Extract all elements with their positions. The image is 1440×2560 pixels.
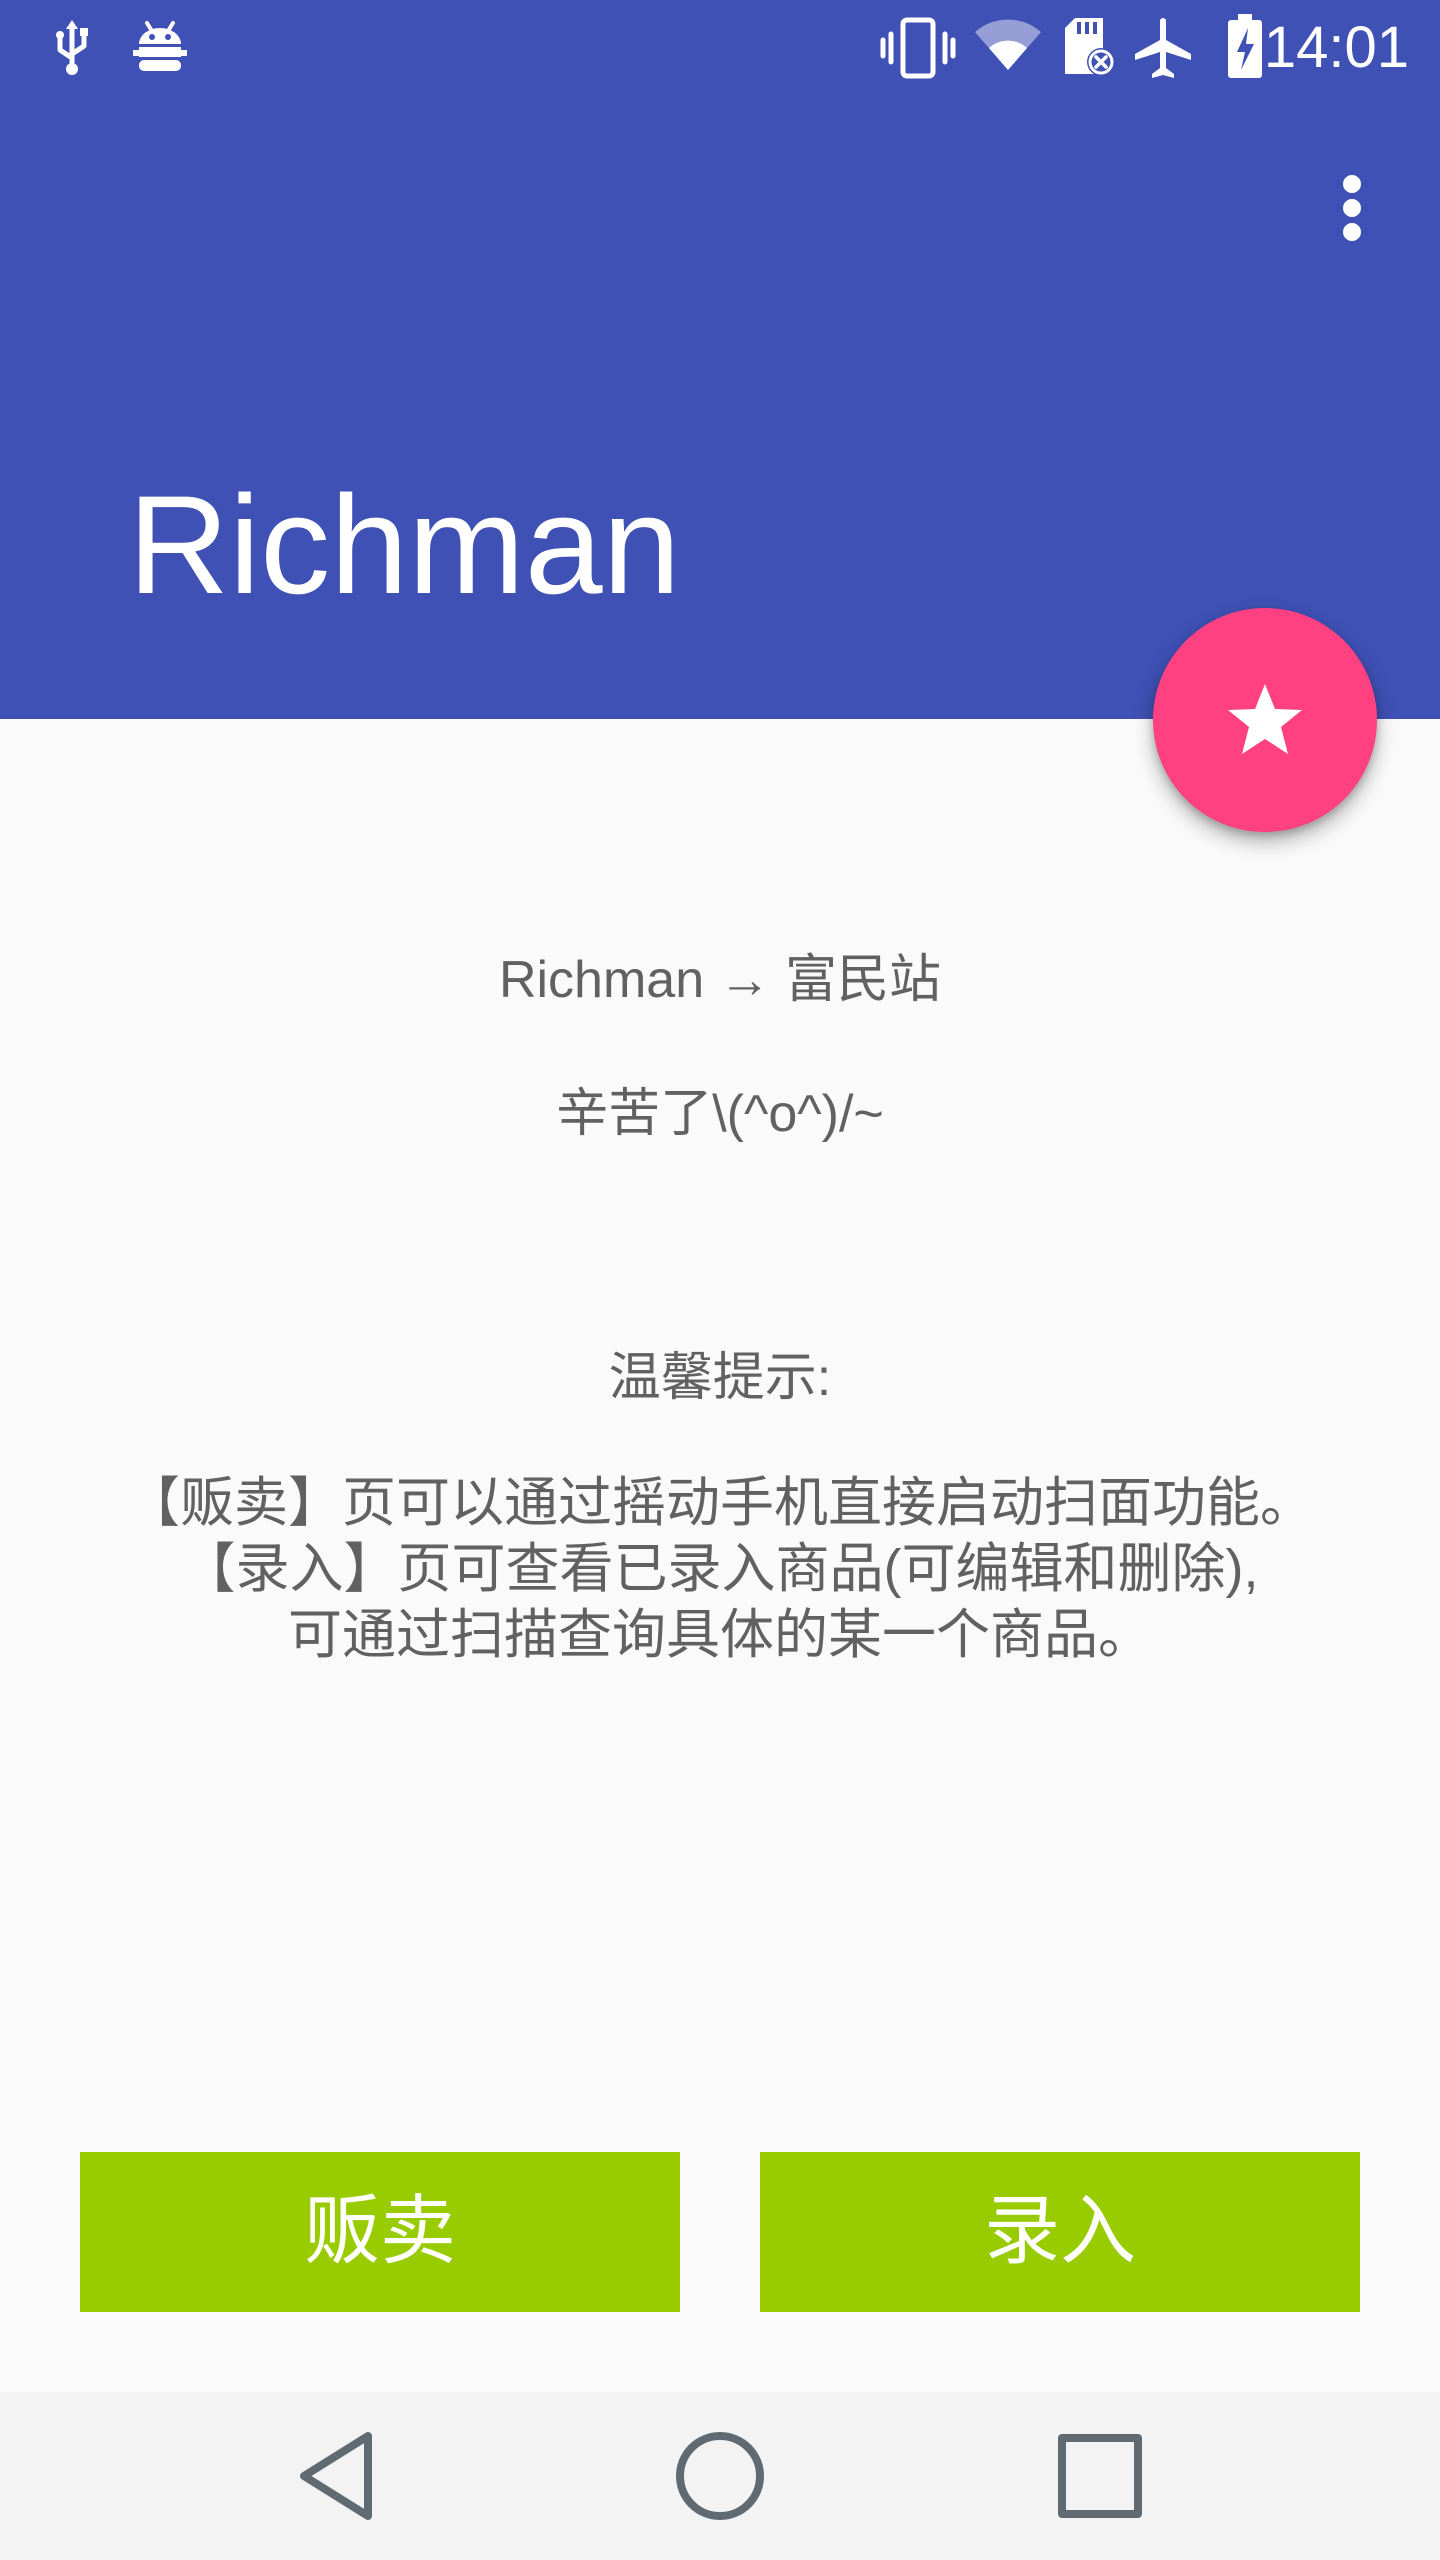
tips-line: 【录入】页可查看已录入商品(可编辑和删除), bbox=[181, 1539, 1259, 1599]
star-icon bbox=[1228, 684, 1302, 754]
battery-charging-icon bbox=[1228, 14, 1262, 78]
home-icon bbox=[676, 2432, 764, 2520]
subtitle-text: Richman → 富民站 bbox=[498, 951, 942, 1009]
sell-button[interactable]: 贩卖 bbox=[80, 2152, 680, 2312]
tips-line: 可通过扫描查询具体的某一个商品。 bbox=[288, 1605, 1152, 1665]
app-title: Richman bbox=[128, 466, 681, 623]
airplane-mode-icon bbox=[1135, 18, 1191, 78]
overflow-menu-button[interactable] bbox=[1308, 150, 1396, 266]
nav-back-button[interactable] bbox=[230, 2392, 450, 2560]
tips-text: 【贩卖】页可以通过摇动手机直接启动扫面功能。 【录入】页可查看已录入商品(可编辑… bbox=[100, 1470, 1340, 1668]
navigation-bar bbox=[0, 2392, 1440, 2560]
recents-icon bbox=[1058, 2434, 1142, 2518]
tips-line: 【贩卖】页可以通过摇动手机直接启动扫面功能。 bbox=[126, 1473, 1314, 1533]
vibrate-icon bbox=[880, 17, 956, 79]
nav-home-button[interactable] bbox=[610, 2392, 830, 2560]
greeting-text: 辛苦了\(^o^)/~ bbox=[556, 1085, 884, 1143]
status-bar: 14:01 bbox=[0, 0, 1440, 96]
favorite-fab-button[interactable] bbox=[1153, 608, 1377, 832]
back-icon bbox=[300, 2432, 372, 2520]
wifi-icon bbox=[975, 19, 1041, 70]
app-bar: 14:01 Richman bbox=[0, 0, 1440, 719]
usb-icon bbox=[56, 20, 88, 75]
tips-title: 温馨提示: bbox=[608, 1349, 832, 1407]
sd-card-error-icon bbox=[1065, 18, 1115, 76]
android-debug-icon bbox=[133, 21, 187, 71]
entry-button[interactable]: 录入 bbox=[760, 2152, 1360, 2312]
status-time: 14:01 bbox=[1263, 15, 1409, 80]
nav-recents-button[interactable] bbox=[990, 2392, 1210, 2560]
